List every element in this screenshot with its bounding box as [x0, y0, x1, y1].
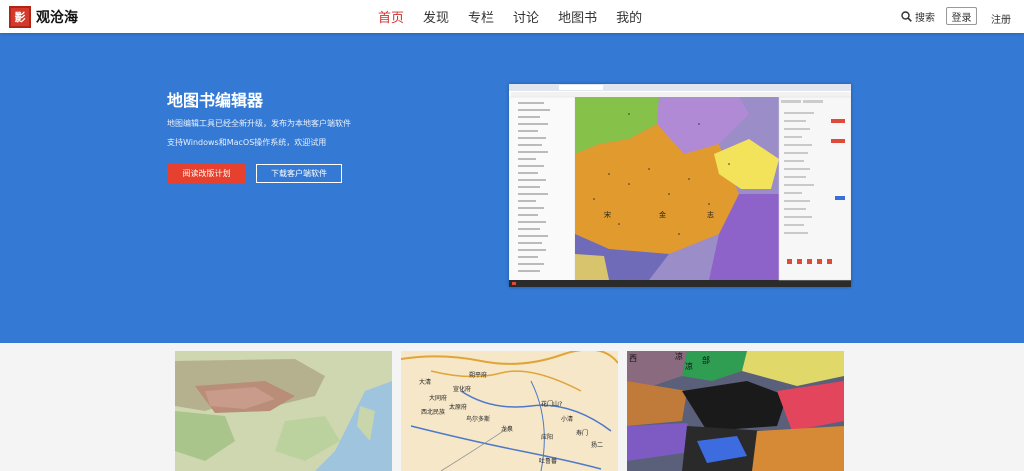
- map2-label-10: 扬二: [591, 441, 603, 449]
- search-icon: [901, 11, 912, 22]
- map-label-zhi: 志: [707, 210, 714, 219]
- terrain-map-image: [175, 351, 392, 471]
- map-label-jin: 金: [659, 210, 666, 219]
- map2-label-8: 小清: [561, 415, 573, 423]
- map-card-terrain[interactable]: [175, 351, 392, 471]
- hero-description-1: 地图编辑工具已经全新升级，发布为本地客户端软件: [167, 119, 351, 128]
- editor-screenshot: 宋 金 志: [509, 84, 851, 287]
- search-label: 搜索: [915, 13, 935, 24]
- login-button[interactable]: 登录: [946, 7, 977, 25]
- historical-map-image: 大清 朔平府 大同府 宣化府 西北民族 鸟尔多斯 花门山? 龙泉 小清 应阳 扬…: [401, 351, 618, 471]
- map3-label-3: 凉: [685, 361, 693, 371]
- editor-screenshot-image: 宋 金 志: [509, 84, 851, 287]
- nav-item-discussion[interactable]: 讨论: [513, 7, 539, 26]
- map2-label-7: 龙泉: [501, 425, 513, 433]
- map2-label-13: 吐鲁番: [539, 457, 557, 465]
- logo-seal-icon: 影: [9, 6, 31, 28]
- nav-item-home[interactable]: 首页: [378, 7, 404, 26]
- regions-map-image: 西 部 凉 凉: [627, 351, 844, 471]
- map-card-regions[interactable]: 西 部 凉 凉: [627, 351, 844, 471]
- map3-label-0: 西: [629, 354, 637, 363]
- nav-item-discover[interactable]: 发现: [423, 7, 449, 26]
- map2-label-4: 西北民族: [421, 408, 445, 416]
- hero-title: 地图书编辑器: [167, 91, 264, 110]
- read-plan-button[interactable]: 阅读改版计划: [167, 164, 246, 183]
- map2-label-6: 花门山?: [541, 400, 562, 408]
- map2-label-11: 太原府: [449, 403, 467, 411]
- map3-label-1: 部: [702, 355, 710, 365]
- top-header: 影 观沧海 首页 发现 专栏 讨论 地图书 我的 搜索 登录 注册: [0, 0, 1024, 33]
- register-link[interactable]: 注册: [991, 11, 1011, 26]
- main-nav: 首页 发现 专栏 讨论 地图书 我的: [378, 0, 661, 33]
- map2-label-0: 大清: [419, 378, 431, 386]
- map2-label-9: 应阳: [541, 433, 553, 441]
- hero-description-2: 支持Windows和MacOS操作系统，欢迎试用: [167, 138, 327, 147]
- nav-item-mapbook[interactable]: 地图书: [558, 7, 597, 26]
- map2-label-5: 鸟尔多斯: [466, 415, 490, 423]
- nav-item-mine[interactable]: 我的: [616, 7, 642, 26]
- map2-label-2: 大同府: [429, 394, 447, 402]
- site-logo[interactable]: 影 观沧海: [9, 6, 78, 28]
- hero-banner: 地图书编辑器 地图编辑工具已经全新升级，发布为本地客户端软件 支持Windows…: [0, 33, 1024, 343]
- nav-item-columns[interactable]: 专栏: [468, 7, 494, 26]
- logo-text: 观沧海: [36, 10, 78, 26]
- search-link[interactable]: 搜索: [901, 9, 935, 24]
- map-label-song: 宋: [604, 210, 611, 219]
- map2-label-1: 朔平府: [469, 371, 487, 379]
- map-card-historical-north[interactable]: 大清 朔平府 大同府 宣化府 西北民族 鸟尔多斯 花门山? 龙泉 小清 应阳 扬…: [401, 351, 618, 471]
- download-client-button[interactable]: 下载客户端软件: [256, 164, 342, 183]
- map2-label-12: 寿门: [576, 429, 588, 437]
- map2-label-3: 宣化府: [453, 385, 471, 393]
- map3-label-2: 凉: [675, 351, 683, 361]
